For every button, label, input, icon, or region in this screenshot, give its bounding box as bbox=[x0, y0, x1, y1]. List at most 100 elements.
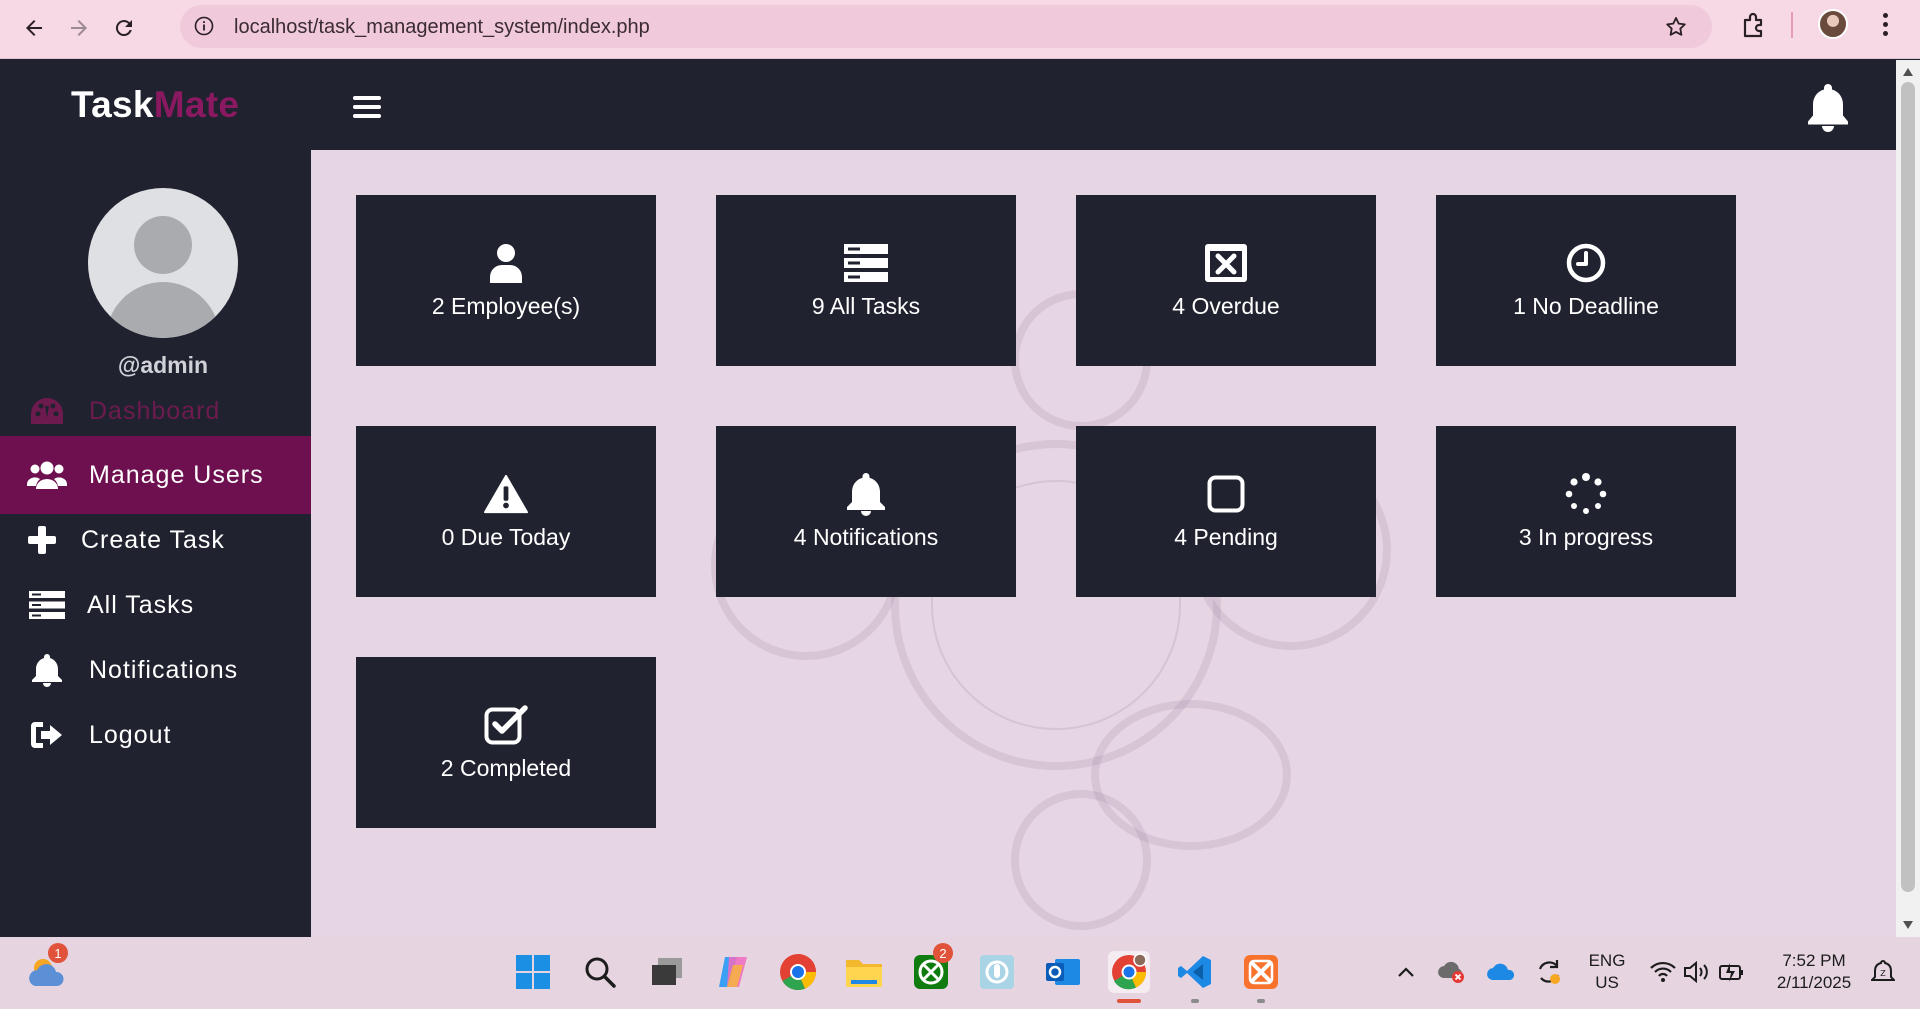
site-info-icon[interactable] bbox=[194, 16, 214, 36]
toolbar-divider bbox=[1791, 12, 1793, 38]
scrollbar-thumb[interactable] bbox=[1901, 82, 1915, 892]
sidebar-item-label: All Tasks bbox=[87, 590, 195, 619]
tray-wifi[interactable] bbox=[1647, 951, 1679, 993]
card-notifications[interactable]: 4 Notifications bbox=[716, 426, 1016, 597]
menu-toggle-button[interactable] bbox=[353, 96, 381, 120]
check-square-icon bbox=[484, 703, 528, 747]
sidebar-item-label: Notifications bbox=[89, 655, 239, 684]
arrow-right-icon bbox=[71, 20, 87, 36]
card-all-tasks[interactable]: 9 All Tasks bbox=[716, 195, 1016, 366]
vscode-button[interactable] bbox=[1174, 951, 1216, 993]
tray-volume[interactable] bbox=[1681, 951, 1713, 993]
tray-cloud-error[interactable] bbox=[1435, 951, 1469, 993]
region-code: US bbox=[1595, 973, 1619, 992]
windows-logo-icon bbox=[516, 955, 550, 989]
card-no-deadline[interactable]: 1 No Deadline bbox=[1436, 195, 1736, 366]
card-label: 3 In progress bbox=[1518, 524, 1654, 550]
background-stopwatch bbox=[1011, 790, 1151, 930]
sidebar-item-label: Logout bbox=[89, 720, 172, 749]
chevron-up-icon bbox=[1398, 967, 1414, 977]
user-icon bbox=[484, 241, 528, 285]
language-code: ENG bbox=[1588, 951, 1626, 970]
brand-task-text: Task bbox=[71, 84, 154, 125]
extensions-icon[interactable] bbox=[1740, 11, 1768, 39]
tray-battery[interactable] bbox=[1716, 951, 1748, 993]
card-label: 9 All Tasks bbox=[811, 293, 921, 319]
notification-bell-icon[interactable] bbox=[1805, 82, 1851, 132]
search-button[interactable] bbox=[579, 951, 621, 993]
bell-icon bbox=[27, 653, 67, 687]
reload-button[interactable] bbox=[102, 6, 146, 50]
warning-icon bbox=[484, 472, 528, 516]
start-button[interactable] bbox=[512, 951, 554, 993]
card-overdue[interactable]: 4 Overdue bbox=[1076, 195, 1376, 366]
card-due-today[interactable]: 0 Due Today bbox=[356, 426, 656, 597]
card-completed[interactable]: 2 Completed bbox=[356, 657, 656, 828]
bell-icon bbox=[844, 472, 888, 516]
active-window-indicator bbox=[1117, 999, 1141, 1003]
notification-center-button[interactable]: Z bbox=[1868, 951, 1898, 993]
running-app-indicator bbox=[1191, 999, 1199, 1003]
tray-onedrive[interactable] bbox=[1484, 951, 1518, 993]
wifi-icon bbox=[1650, 961, 1676, 982]
browser-menu-button[interactable] bbox=[1878, 11, 1892, 39]
tachometer-icon bbox=[27, 394, 67, 428]
copilot-button[interactable] bbox=[712, 951, 754, 993]
user-avatar bbox=[88, 188, 238, 338]
chrome-profile-icon bbox=[1112, 953, 1147, 990]
users-icon bbox=[27, 458, 67, 492]
folder-icon bbox=[846, 960, 882, 987]
card-in-progress[interactable]: 3 In progress bbox=[1436, 426, 1736, 597]
search-icon bbox=[585, 957, 616, 988]
chrome-active-window-button[interactable] bbox=[1108, 951, 1150, 993]
cloud-error-icon bbox=[1438, 961, 1464, 983]
tray-overflow-button[interactable] bbox=[1392, 951, 1420, 993]
sign-out-icon bbox=[27, 718, 67, 752]
card-label: 4 Pending bbox=[1174, 524, 1278, 550]
chrome-taskbar-icon[interactable] bbox=[777, 951, 819, 993]
bookmark-star-icon[interactable] bbox=[1664, 15, 1688, 39]
page-scrollbar[interactable] bbox=[1896, 60, 1920, 937]
card-label: 4 Notifications bbox=[793, 524, 939, 550]
xampp-icon bbox=[1244, 955, 1278, 989]
battery-charging-icon bbox=[1719, 963, 1743, 982]
card-employees[interactable]: 2 Employee(s) bbox=[356, 195, 656, 366]
outlook-icon bbox=[1046, 959, 1080, 985]
speaker-icon bbox=[1684, 961, 1708, 983]
tasks-list-icon bbox=[844, 241, 888, 285]
language-indicator[interactable]: ENG US bbox=[1583, 950, 1631, 994]
brand-logo[interactable]: TaskMate bbox=[71, 84, 239, 126]
clock[interactable]: 7:52 PM 2/11/2025 bbox=[1764, 950, 1864, 994]
svg-text:Z: Z bbox=[1880, 969, 1886, 978]
arrow-left-icon bbox=[26, 20, 42, 36]
card-label: 0 Due Today bbox=[441, 524, 571, 550]
notification-center-icon: Z bbox=[1871, 959, 1895, 981]
scroll-down-arrow-icon[interactable] bbox=[1902, 920, 1914, 930]
outlook-button[interactable] bbox=[1042, 951, 1084, 993]
clock-icon bbox=[1564, 241, 1608, 285]
file-explorer-button[interactable] bbox=[843, 951, 885, 993]
address-bar[interactable]: localhost/task_management_system/index.p… bbox=[180, 5, 1712, 48]
scroll-up-arrow-icon[interactable] bbox=[1902, 67, 1914, 77]
reload-icon bbox=[115, 20, 132, 37]
running-app-indicator bbox=[1257, 999, 1265, 1003]
forward-button[interactable] bbox=[57, 6, 101, 50]
tasks-list-icon bbox=[27, 588, 67, 622]
url-text: localhost/task_management_system/index.p… bbox=[234, 16, 650, 38]
app-button[interactable] bbox=[976, 951, 1018, 993]
card-label: 2 Employee(s) bbox=[431, 293, 581, 319]
back-button[interactable] bbox=[12, 6, 56, 50]
card-label: 2 Completed bbox=[440, 755, 572, 781]
chrome-icon bbox=[780, 954, 816, 991]
xampp-button[interactable] bbox=[1240, 951, 1282, 993]
card-label: 1 No Deadline bbox=[1513, 293, 1659, 319]
spinner-icon bbox=[1564, 472, 1608, 516]
task-view-button[interactable] bbox=[646, 951, 688, 993]
profile-avatar[interactable] bbox=[1818, 9, 1848, 39]
onedrive-cloud-icon bbox=[1487, 963, 1515, 980]
vscode-icon bbox=[1178, 956, 1211, 988]
tray-sync[interactable] bbox=[1532, 951, 1566, 993]
sidebar-item-logout[interactable]: Logout bbox=[0, 696, 311, 774]
card-pending[interactable]: 4 Pending bbox=[1076, 426, 1376, 597]
task-view-icon bbox=[652, 958, 682, 985]
